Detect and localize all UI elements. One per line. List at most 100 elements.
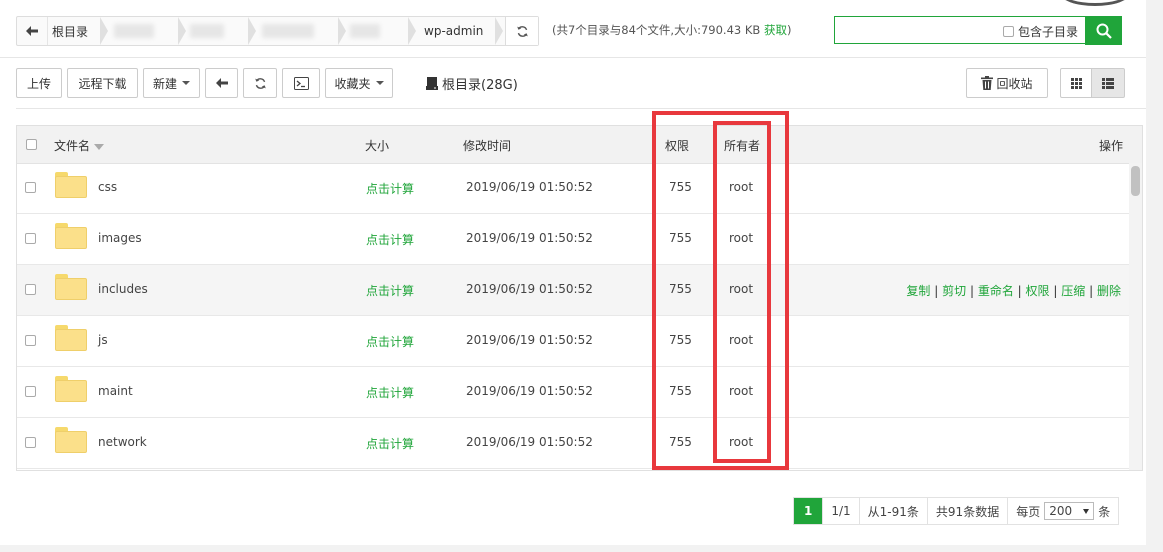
file-name[interactable]: maint: [98, 384, 133, 398]
copy-action[interactable]: 复制: [906, 284, 930, 298]
terminal-button[interactable]: [282, 68, 320, 98]
cut-action[interactable]: 剪切: [942, 284, 966, 298]
table-row[interactable]: css 点击计算 2019/06/19 01:50:52 755 root: [17, 163, 1129, 214]
row-checkbox[interactable]: [25, 233, 36, 244]
search-input[interactable]: 包含子目录: [834, 16, 1086, 44]
rename-action[interactable]: 重命名: [978, 284, 1014, 298]
file-name[interactable]: js: [98, 333, 108, 347]
breadcrumb-current[interactable]: wp-admin: [416, 17, 495, 45]
include-subdir-option[interactable]: 包含子目录: [1002, 23, 1078, 40]
disk-usage-label: 根目录(28G): [426, 74, 518, 93]
header-permission[interactable]: 权限: [665, 137, 689, 154]
caret-down-icon: [1083, 508, 1090, 514]
calc-size-link[interactable]: 点击计算: [366, 435, 414, 452]
refresh-button[interactable]: [243, 68, 277, 98]
permission-value[interactable]: 755: [669, 282, 692, 296]
table-row[interactable]: js 点击计算 2019/06/19 01:50:52 755 root: [17, 316, 1129, 367]
permission-value[interactable]: 755: [669, 435, 692, 449]
calc-size-link[interactable]: 点击计算: [366, 333, 414, 350]
directory-info-close: ): [786, 23, 792, 37]
new-dropdown-button[interactable]: 新建: [143, 68, 200, 98]
pagination: 1 1/1 从1-91条 共91条数据 每页 200 条: [793, 497, 1120, 525]
table-row[interactable]: maint 点击计算 2019/06/19 01:50:52 755 root: [17, 367, 1129, 418]
table-row[interactable]: includes 点击计算 2019/06/19 01:50:52 755 ro…: [17, 265, 1129, 316]
table-row[interactable]: network 点击计算 2019/06/19 01:50:52 755 roo…: [17, 418, 1129, 469]
calc-size-link[interactable]: 点击计算: [366, 180, 414, 197]
file-name[interactable]: css: [98, 180, 117, 194]
action-separator: |: [1053, 284, 1058, 298]
permission-value[interactable]: 755: [669, 384, 692, 398]
folder-icon: [55, 325, 87, 351]
calc-size-link[interactable]: 点击计算: [366, 231, 414, 248]
breadcrumb-separator: [495, 17, 504, 45]
action-separator: |: [969, 284, 974, 298]
grid-view-button[interactable]: [1060, 68, 1092, 98]
upload-button[interactable]: 上传: [16, 68, 62, 98]
owner-value[interactable]: root: [729, 435, 753, 449]
owner-value[interactable]: root: [729, 333, 753, 347]
permission-value[interactable]: 755: [669, 333, 692, 347]
file-name[interactable]: images: [98, 231, 142, 245]
header-name[interactable]: 文件名: [54, 137, 105, 154]
breadcrumb-redacted-4: [346, 17, 408, 45]
recycle-bin-button[interactable]: 回收站: [966, 68, 1048, 98]
per-page-select[interactable]: 200: [1044, 502, 1095, 520]
breadcrumb-root[interactable]: 根目录: [48, 17, 100, 45]
favorites-dropdown-button[interactable]: 收藏夹: [325, 68, 393, 98]
scrollbar-thumb[interactable]: [1131, 166, 1140, 196]
list-view-button[interactable]: [1091, 68, 1125, 98]
path-back-button[interactable]: [17, 17, 48, 45]
file-name[interactable]: includes: [98, 282, 148, 296]
folder-icon: [55, 172, 87, 198]
recycle-bin-label: 回收站: [996, 76, 1033, 91]
delete-action[interactable]: 删除: [1097, 284, 1121, 298]
table-row[interactable]: images 点击计算 2019/06/19 01:50:52 755 root: [17, 214, 1129, 265]
calc-size-link[interactable]: 点击计算: [366, 384, 414, 401]
owner-value[interactable]: root: [729, 180, 753, 194]
file-name[interactable]: network: [98, 435, 147, 449]
header-mtime[interactable]: 修改时间: [463, 137, 511, 154]
list-view-icon: [1102, 77, 1114, 89]
page-of: 1/1: [823, 498, 860, 524]
permission-value[interactable]: 755: [669, 180, 692, 194]
arrow-left-icon: [26, 26, 38, 36]
table-scrollbar[interactable]: [1129, 163, 1142, 470]
file-table: 文件名 大小 修改时间 权限 所有者 操作 css 点击计算 2019/06/1…: [16, 125, 1143, 471]
remote-download-button[interactable]: 远程下载: [67, 68, 138, 98]
per-page-label: 每页: [1016, 504, 1041, 519]
row-checkbox[interactable]: [25, 386, 36, 397]
select-all-checkbox[interactable]: [26, 139, 37, 150]
path-refresh-button[interactable]: [505, 17, 538, 45]
breadcrumb-redacted-1: [108, 17, 178, 45]
back-button[interactable]: [205, 68, 238, 98]
favorites-label: 收藏夹: [334, 76, 371, 91]
include-subdir-checkbox[interactable]: [1002, 26, 1014, 37]
terminal-icon: [293, 76, 309, 90]
header-size[interactable]: 大小: [365, 137, 389, 154]
owner-value[interactable]: root: [729, 384, 753, 398]
page-current[interactable]: 1: [794, 498, 824, 524]
owner-value[interactable]: root: [729, 231, 753, 245]
row-checkbox[interactable]: [25, 284, 36, 295]
folder-icon: [55, 274, 87, 300]
caret-down-icon: [375, 81, 384, 85]
header-owner[interactable]: 所有者: [724, 137, 760, 154]
row-checkbox[interactable]: [25, 335, 36, 346]
get-size-link[interactable]: 获取: [764, 23, 787, 37]
hard-disk-icon: [426, 77, 438, 90]
action-separator: |: [1017, 284, 1022, 298]
remote-download-label: 远程下载: [78, 76, 127, 91]
search-button[interactable]: [1085, 16, 1122, 45]
compress-action[interactable]: 压缩: [1061, 284, 1085, 298]
action-separator: |: [934, 284, 939, 298]
sort-caret-icon: [94, 143, 105, 150]
modified-time: 2019/06/19 01:50:52: [466, 333, 593, 347]
row-checkbox[interactable]: [25, 182, 36, 193]
permission-value[interactable]: 755: [669, 231, 692, 245]
calc-size-link[interactable]: 点击计算: [366, 282, 414, 299]
owner-value[interactable]: root: [729, 282, 753, 296]
page-range: 从1-91条: [860, 498, 928, 524]
row-checkbox[interactable]: [25, 437, 36, 448]
upload-label: 上传: [26, 76, 51, 91]
permission-action[interactable]: 权限: [1026, 284, 1050, 298]
